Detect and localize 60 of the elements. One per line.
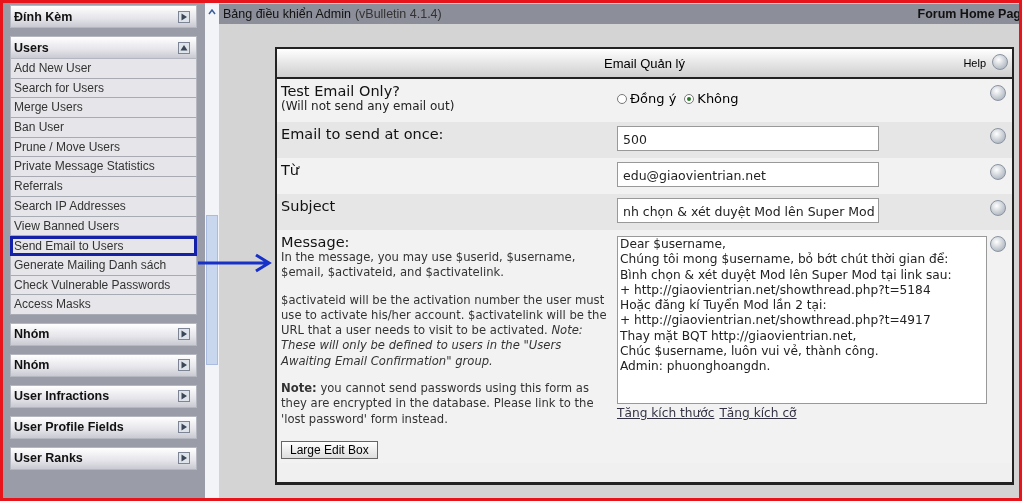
expand-icon[interactable]: [178, 452, 191, 465]
sidebar-group-header[interactable]: Users: [10, 36, 198, 59]
field-note: (Will not send any email out): [281, 99, 456, 113]
radio-button[interactable]: [684, 93, 695, 104]
field-description: In the message, you may use $userid, $username, $email, $activateid, and $activatelink.: [281, 250, 577, 281]
scrollbar-thumb[interactable]: [206, 215, 218, 365]
sidebar-group-header[interactable]: Đính Kèm: [10, 5, 198, 28]
field-description: $activateid will be the activation number the user must use to activate his/her account. $activatelink will be the URL that a user needs to visit to be activated. Note: These will only be defined to users in the "Users Awaiting Email Confirmation" group.: [281, 292, 608, 370]
field-label: Từ: [281, 162, 301, 178]
sidebar-item[interactable]: Referrals: [10, 177, 198, 197]
sidebar-group-header[interactable]: Nhóm: [10, 322, 198, 346]
scrollbar[interactable]: [205, 3, 219, 498]
sidebar-item[interactable]: Add New User: [10, 59, 198, 79]
help-icon[interactable]: [990, 85, 1006, 101]
help-link[interactable]: Help: [963, 57, 986, 69]
sidebar-item[interactable]: Check Vulnerable Passwords: [10, 275, 198, 296]
input-field[interactable]: nh chọn & xét duyệt Mod lên Super Mod: [617, 198, 879, 223]
sidebar-item[interactable]: Private Message Statistics: [10, 157, 198, 178]
sidebar-group-header[interactable]: User Ranks: [10, 446, 198, 470]
sidebar-item[interactable]: Access Masks: [10, 295, 198, 315]
expand-icon[interactable]: [178, 10, 191, 23]
sidebar-group-header[interactable]: Nhóm: [10, 353, 198, 377]
expand-icon[interactable]: [178, 359, 191, 372]
page-title: Bảng điều khiển Admin: [223, 7, 351, 21]
help-icon[interactable]: [990, 164, 1006, 180]
version-label: (vBulletin 4.1.4): [354, 7, 442, 21]
field-description: Note: you cannot send passwords using this form as they are encrypted in the database. Please link to the 'lost password' form instead.: [281, 381, 595, 427]
collapse-icon[interactable]: [178, 41, 191, 54]
sidebar-group-header[interactable]: User Infractions: [10, 384, 198, 408]
help-icon[interactable]: [990, 236, 1006, 252]
sidebar-item[interactable]: Search IP Addresses: [10, 196, 198, 217]
panel-title: Email Quản lý: [604, 55, 685, 71]
sidebar-item[interactable]: Ban User: [10, 118, 198, 138]
radio-option[interactable]: Không: [684, 91, 739, 106]
resize-link[interactable]: Tăng kích thước: [617, 406, 715, 420]
sidebar-item[interactable]: Search for Users: [10, 78, 198, 99]
scroll-up-icon[interactable]: [208, 9, 217, 15]
expand-icon[interactable]: [178, 390, 191, 403]
expand-icon[interactable]: [178, 328, 191, 341]
help-icon[interactable]: [990, 200, 1006, 216]
field-label: Test Email Only?: [281, 83, 401, 99]
radio-option[interactable]: Đồng ý: [617, 91, 677, 106]
sidebar-item[interactable]: View Banned Users: [10, 216, 198, 237]
help-icon[interactable]: [992, 54, 1008, 70]
sidebar-item[interactable]: Prune / Move Users: [10, 137, 198, 158]
field-label: Subject: [281, 198, 337, 214]
large-edit-box-button[interactable]: Large Edit Box: [281, 440, 378, 459]
help-icon[interactable]: [990, 128, 1006, 144]
message-field[interactable]: Dear $username, Chúng tôi mong $username, bỏ bớt chút thời gian để: Bình chọn & xét duyệt Mod lên Super Mod tại link sau: + http://giaovientrian.net/showthread.php?t=5184 Hoặc đăng kí Tuyển Mod lần 2 tại: + http://giaovientrian.net/showthread.php?t=4917 Thay mặt BQT http://giaovientrian.net, Chúc $username, luôn vui vẻ, thành công. Admin: phuonghoangdn.: [617, 236, 987, 404]
radio-button[interactable]: [617, 93, 627, 104]
sidebar-group-header[interactable]: User Profile Fields: [10, 415, 198, 439]
input-field[interactable]: 500: [617, 126, 879, 151]
field-label: Email to send at once:: [281, 126, 445, 142]
sidebar-item[interactable]: Generate Mailing Danh sách: [10, 255, 198, 276]
field-label: Message:: [281, 234, 351, 250]
sidebar-item[interactable]: Send Email to Users: [10, 236, 198, 256]
sidebar-item[interactable]: Merge Users: [10, 98, 198, 119]
resize-link[interactable]: Tăng kích cỡ: [719, 406, 797, 420]
input-field[interactable]: edu@giaovientrian.net: [617, 162, 879, 187]
expand-icon[interactable]: [178, 421, 191, 434]
